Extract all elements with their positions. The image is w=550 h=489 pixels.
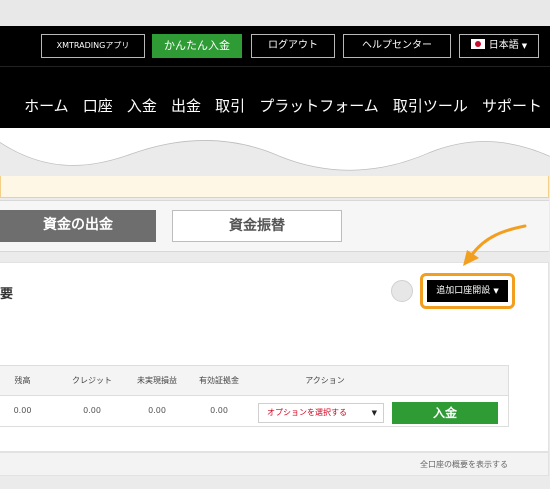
chevron-down-icon: ▼ [371,409,377,417]
quick-deposit-button[interactable]: かんたん入金 [152,34,242,58]
header-equity: 有効証拠金 [199,376,239,385]
cell-balance: 0.00 [13,406,32,415]
language-selector[interactable]: 日本語 ▼ [459,34,539,58]
language-label: 日本語 [488,40,519,51]
logout-button[interactable]: ログアウト [251,34,335,58]
cell-credit: 0.00 [83,406,101,415]
action-select[interactable]: オプションを選択する ▼ [258,403,384,423]
japan-flag-icon [470,39,485,49]
action-select-label: オプションを選択する [267,408,347,417]
help-center-button[interactable]: ヘルプセンター [343,34,451,58]
cell-equity: 0.00 [210,406,228,415]
account-card: 要 追加口座開設 ▼ 残高 クレジット 未実現損益 有効証拠金 アクション 0.0… [0,262,549,452]
nav-item-account[interactable]: 口座 [83,95,113,116]
card-title: 要 [0,287,14,302]
table-row: 0.00 0.00 0.00 0.00 オプションを選択する ▼ 入金 [0,396,508,426]
topbar: XMTRADINGアプリ かんたん入金 ログアウト ヘルプセンター 日本語 ▼ [0,26,550,66]
highlight-frame: 追加口座開設 ▼ [420,273,515,309]
account-table: 残高 クレジット 未実現損益 有効証拠金 アクション 0.00 0.00 0.0… [0,365,509,427]
tab-withdraw[interactable]: 資金の出金 [0,210,156,242]
header-action: アクション [305,376,345,385]
summary-footer: 全口座の概要を表示する [0,452,549,476]
app-button[interactable]: XMTRADINGアプリ [41,34,145,58]
nav-item-tools[interactable]: 取引ツール [393,95,468,116]
header-credit: クレジット [72,376,112,385]
chevron-down-icon: ▼ [521,42,528,50]
view-all-accounts-link[interactable]: 全口座の概要を表示する [420,453,508,477]
main-navigation: ホーム 口座 入金 出金 取引 プラットフォーム 取引ツール サポート [0,66,550,136]
toggle-circle-icon[interactable] [391,280,413,302]
nav-item-home[interactable]: ホーム [24,95,69,116]
header-balance: 残高 [14,376,31,385]
nav-item-platform[interactable]: プラットフォーム [259,95,379,116]
header-unrealized-pl: 未実現損益 [137,376,177,385]
chevron-down-icon: ▼ [493,287,499,295]
notice-bar [0,176,549,198]
pointer-arrow-icon [463,224,527,266]
nav-item-trade[interactable]: 取引 [215,95,245,116]
nav-item-support[interactable]: サポート [482,95,542,116]
tab-transfer[interactable]: 資金振替 [172,210,342,242]
cell-unrealized-pl: 0.00 [148,406,166,415]
open-additional-account-button[interactable]: 追加口座開設 ▼ [427,280,508,302]
open-account-label: 追加口座開設 [436,286,491,296]
deposit-button[interactable]: 入金 [392,402,498,424]
nav-item-deposit[interactable]: 入金 [127,95,157,116]
top-strip [0,0,550,26]
table-header: 残高 クレジット 未実現損益 有効証拠金 アクション [0,366,508,396]
nav-item-withdraw[interactable]: 出金 [171,95,201,116]
